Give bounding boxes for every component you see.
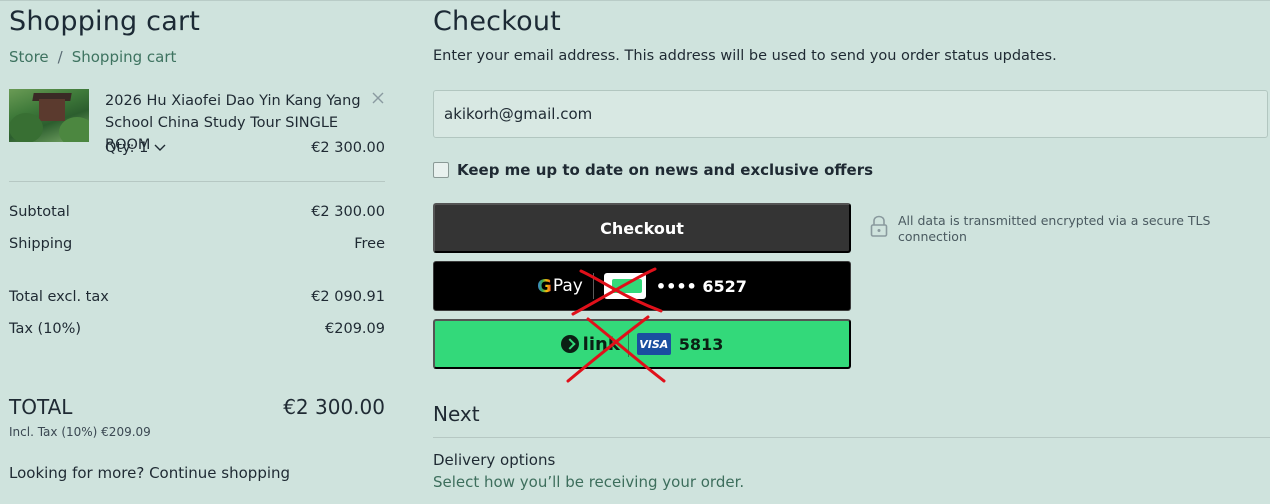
tax-value: €209.09 — [325, 321, 385, 337]
visa-card-icon: VISA — [636, 333, 671, 355]
email-field[interactable]: akikorh@gmail.com — [433, 90, 1268, 138]
link-logo-text: link — [582, 333, 620, 355]
tax-label: Tax (10%) — [9, 321, 82, 337]
chevron-down-icon — [154, 144, 166, 151]
quantity-select[interactable]: Qty: 1 — [105, 140, 166, 156]
email-description: Enter your email address. This address w… — [433, 48, 1057, 64]
divider — [9, 181, 385, 182]
subtotal-row: Subtotal €2 300.00 — [9, 204, 385, 220]
google-g-icon: G — [537, 275, 552, 297]
quantity-label: Qty: 1 — [105, 140, 149, 156]
breadcrumb-store-link[interactable]: Store — [9, 48, 49, 66]
excl-tax-row: Total excl. tax €2 090.91 — [9, 289, 385, 305]
checkout-title: Checkout — [433, 6, 561, 37]
google-pay-button[interactable]: G Pay •••• 6527 — [433, 261, 851, 311]
breadcrumb-cart-link[interactable]: Shopping cart — [72, 48, 177, 66]
gpay-card-digits: •••• 6527 — [655, 276, 747, 296]
breadcrumb: Store / Shopping cart — [9, 48, 176, 66]
link-logo: link — [560, 333, 620, 355]
cart-item: 2026 Hu Xiaofei Dao Yin Kang Yang School… — [9, 89, 385, 161]
delivery-options-title: Delivery options — [433, 451, 556, 469]
secure-connection-note: All data is transmitted encrypted via a … — [870, 213, 1230, 245]
google-pay-logo: G Pay — [537, 276, 583, 297]
subtotal-value: €2 300.00 — [311, 204, 385, 220]
delivery-options-subtitle: Select how you’ll be receiving your orde… — [433, 473, 745, 491]
secure-text: All data is transmitted encrypted via a … — [898, 213, 1211, 244]
total-value: €2 300.00 — [283, 395, 385, 419]
link-pay-button[interactable]: link VISA 5813 — [433, 319, 851, 369]
excl-tax-label: Total excl. tax — [9, 289, 109, 305]
continue-shopping-link[interactable]: Looking for more? Continue shopping — [9, 464, 290, 482]
link-card-digits: 5813 — [678, 334, 724, 354]
total-row: TOTAL €2 300.00 — [9, 395, 385, 419]
link-separator — [627, 331, 629, 357]
subtotal-label: Subtotal — [9, 204, 70, 220]
gpay-separator — [592, 273, 594, 299]
item-price: €2 300.00 — [311, 140, 385, 156]
total-label: TOTAL — [9, 395, 73, 419]
remove-item-icon[interactable] — [371, 91, 385, 105]
shipping-label: Shipping — [9, 236, 73, 252]
breadcrumb-separator: / — [57, 48, 63, 66]
cart-title: Shopping cart — [9, 6, 201, 37]
newsletter-option[interactable]: Keep me up to date on news and exclusive… — [433, 161, 873, 179]
newsletter-checkbox[interactable] — [433, 162, 449, 178]
link-mark-icon — [560, 335, 579, 353]
checkout-button[interactable]: Checkout — [433, 203, 851, 253]
tax-row: Tax (10%) €209.09 — [9, 321, 385, 337]
product-image[interactable] — [9, 89, 89, 142]
lock-icon — [870, 215, 888, 237]
gpay-logo-text: Pay — [552, 276, 583, 296]
card-thumbnail-icon — [603, 273, 646, 299]
next-section-title: Next — [433, 402, 480, 426]
newsletter-label: Keep me up to date on news and exclusive… — [457, 161, 874, 179]
shipping-value: Free — [354, 236, 385, 252]
divider — [433, 437, 1270, 438]
incl-tax-note: Incl. Tax (10%) €209.09 — [9, 425, 151, 439]
shipping-row: Shipping Free — [9, 236, 385, 252]
excl-tax-value: €2 090.91 — [311, 289, 385, 305]
